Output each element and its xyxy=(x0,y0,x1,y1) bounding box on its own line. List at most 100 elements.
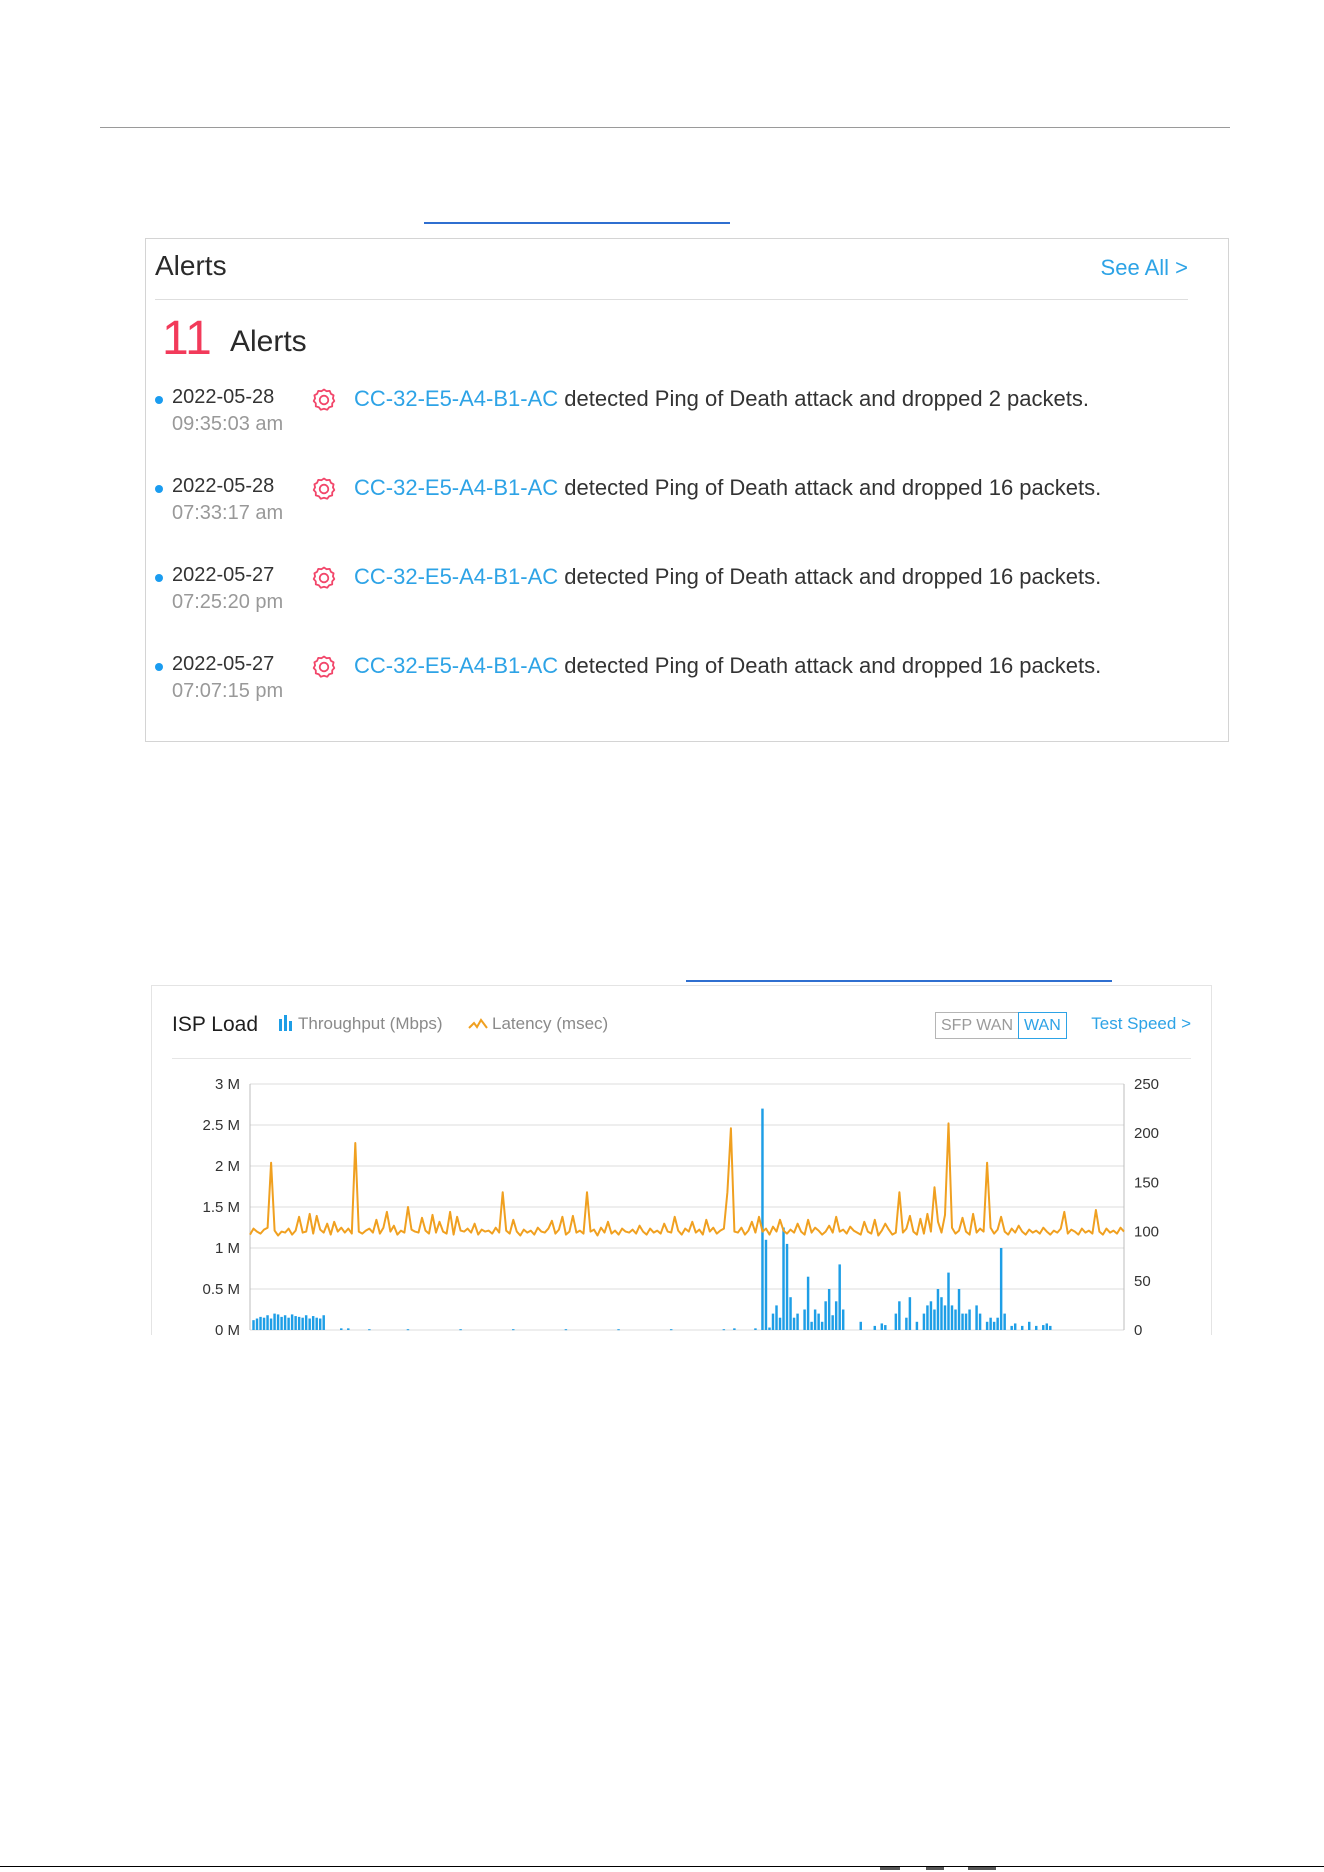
alert-time: 07:33:17 am xyxy=(172,502,284,524)
alerts-panel: Alerts See All > 11 Alerts 2022-05-28 09… xyxy=(145,238,1229,742)
throughput-bar xyxy=(459,1329,462,1331)
throughput-bar xyxy=(992,1321,996,1330)
y-right-tick-label: 50 xyxy=(1134,1273,1151,1290)
alert-time: 07:25:20 pm xyxy=(172,591,284,613)
see-all-link[interactable]: See All > xyxy=(1101,255,1188,281)
throughput-bar xyxy=(792,1317,796,1330)
throughput-bar xyxy=(733,1328,736,1330)
throughput-bar xyxy=(803,1309,806,1330)
throughput-bar xyxy=(276,1314,280,1330)
throughput-bar xyxy=(834,1301,838,1330)
throughput-bar xyxy=(564,1329,568,1331)
page-bottom-rule xyxy=(0,1866,1324,1867)
alert-item: 2022-05-27 07:25:20 pm CC-32-E5-A4-B1-AC… xyxy=(155,564,1155,624)
unread-dot-icon xyxy=(155,485,163,493)
throughput-bar xyxy=(933,1309,936,1330)
throughput-bar xyxy=(669,1329,673,1331)
y-right-tick-label: 150 xyxy=(1134,1174,1159,1191)
throughput-bar xyxy=(943,1305,947,1330)
throughput-bar xyxy=(1045,1323,1049,1330)
device-mac-link[interactable]: CC-32-E5-A4-B1-AC xyxy=(354,564,558,589)
throughput-bar xyxy=(322,1315,325,1330)
throughput-bar xyxy=(1003,1313,1006,1330)
throughput-bar xyxy=(308,1318,311,1330)
isp-load-chart: 3 M 2.5 M 2 M 1.5 M 1 M 0.5 M 0 M 250 200 150 100 5… xyxy=(202,1076,1159,1335)
throughput-bar xyxy=(989,1317,992,1330)
gear-alert-icon xyxy=(312,388,336,411)
y-right-tick-label: 0 xyxy=(1134,1322,1142,1335)
throughput-bar xyxy=(940,1297,943,1330)
alert-message-text: detected Ping of Death attack and droppe… xyxy=(564,564,1102,589)
device-mac-link[interactable]: CC-32-E5-A4-B1-AC xyxy=(354,386,558,411)
throughput-bar xyxy=(771,1313,775,1330)
throughput-bar xyxy=(968,1309,971,1330)
throughput-bar xyxy=(898,1301,901,1330)
throughput-bar xyxy=(512,1329,515,1331)
throughput-bar xyxy=(817,1313,820,1330)
throughput-bar xyxy=(255,1318,259,1330)
throughput-bar xyxy=(908,1297,912,1330)
throughput-bar xyxy=(813,1309,817,1330)
throughput-bar xyxy=(873,1325,877,1330)
alert-message-text: detected Ping of Death attack and droppe… xyxy=(564,475,1102,500)
y-right-tick-label: 250 xyxy=(1134,1076,1159,1093)
throughput-bar xyxy=(761,1108,764,1330)
throughput-bar xyxy=(978,1313,982,1330)
throughput-bar xyxy=(290,1314,294,1330)
throughput-bar xyxy=(824,1301,827,1330)
y-left-tick-label: 0 M xyxy=(215,1322,240,1335)
throughput-bar xyxy=(617,1329,620,1331)
throughput-bar xyxy=(964,1313,968,1330)
y-right-tick-label: 100 xyxy=(1134,1224,1159,1241)
throughput-bar xyxy=(266,1315,269,1330)
throughput-bar xyxy=(259,1316,262,1330)
device-mac-link[interactable]: CC-32-E5-A4-B1-AC xyxy=(354,475,558,500)
throughput-bar xyxy=(905,1317,908,1330)
throughput-bar xyxy=(950,1305,954,1330)
throughput-bar xyxy=(1020,1325,1024,1330)
throughput-bar xyxy=(273,1313,276,1330)
throughput-bar xyxy=(859,1321,862,1330)
throughput-bar xyxy=(315,1317,318,1330)
throughput-bar xyxy=(283,1315,287,1330)
alert-date: 2022-05-27 xyxy=(172,653,275,675)
alert-date: 2022-05-27 xyxy=(172,564,275,586)
page-footer-mark xyxy=(926,1867,944,1870)
throughput-bar xyxy=(880,1323,884,1330)
throughput-bar xyxy=(768,1327,771,1330)
throughput-bar xyxy=(782,1227,785,1330)
alerts-divider xyxy=(155,299,1188,300)
throughput-bar xyxy=(961,1313,964,1330)
throughput-bar xyxy=(368,1329,371,1331)
throughput-bar xyxy=(287,1317,290,1330)
latency-line xyxy=(249,1122,1125,1237)
gear-alert-icon xyxy=(312,566,336,589)
page-footer-mark xyxy=(968,1867,996,1870)
throughput-bar xyxy=(269,1318,273,1330)
device-mac-link[interactable]: CC-32-E5-A4-B1-AC xyxy=(354,653,558,678)
throughput-bar xyxy=(820,1321,824,1330)
throughput-bar xyxy=(1042,1325,1045,1330)
throughput-bar xyxy=(1010,1325,1013,1330)
throughput-bar xyxy=(318,1318,322,1330)
throughput-bar xyxy=(1035,1325,1038,1330)
throughput-bar xyxy=(806,1276,810,1330)
y-left-tick-label: 2 M xyxy=(215,1158,240,1175)
throughput-bar xyxy=(838,1264,841,1330)
throughput-bar xyxy=(999,1248,1003,1330)
throughput-bar xyxy=(406,1329,410,1331)
y-left-tick-label: 1 M xyxy=(215,1240,240,1257)
y-left-tick-label: 0.5 M xyxy=(202,1281,240,1298)
throughput-bar xyxy=(894,1313,898,1330)
throughput-bar xyxy=(778,1317,782,1330)
unread-dot-icon xyxy=(155,574,163,582)
y-left-tick-label: 3 M xyxy=(215,1076,240,1093)
throughput-bar xyxy=(252,1320,255,1330)
throughput-bar xyxy=(311,1316,315,1330)
throughput-bar xyxy=(831,1315,834,1330)
throughput-bar xyxy=(841,1309,845,1330)
alert-time: 09:35:03 am xyxy=(172,413,284,435)
throughput-bar xyxy=(722,1329,726,1331)
throughput-bar xyxy=(1013,1323,1017,1330)
throughput-bar xyxy=(754,1328,757,1330)
